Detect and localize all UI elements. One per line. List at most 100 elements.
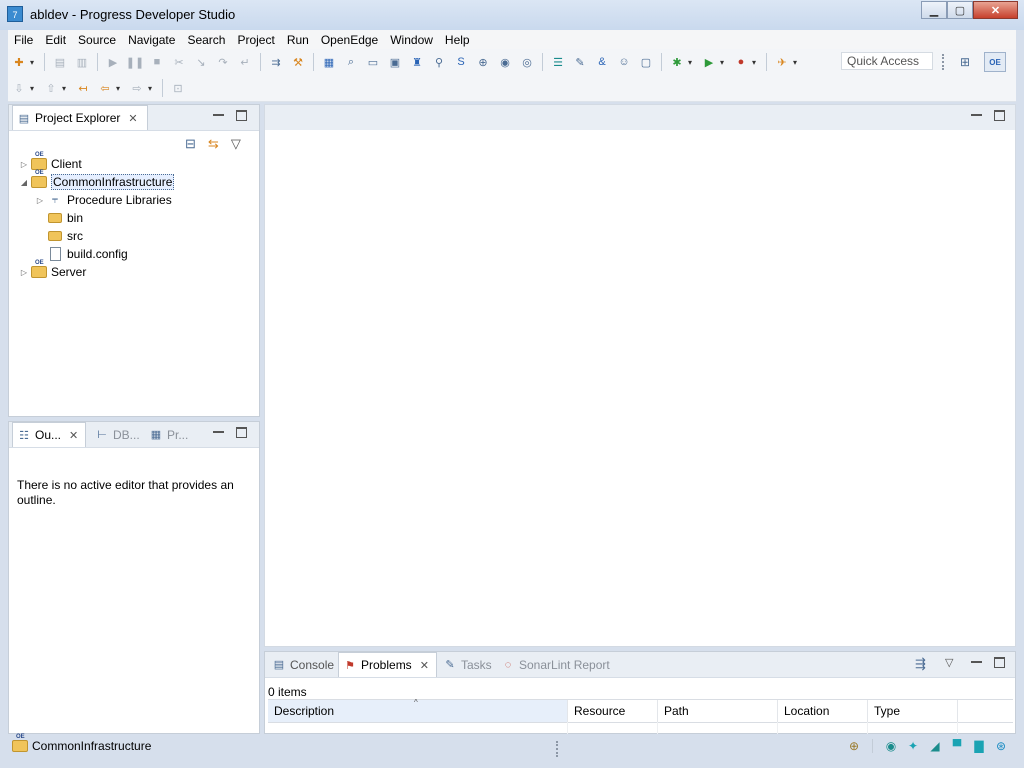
open-perspective-icon[interactable]: ⊞ xyxy=(956,53,974,71)
menu-window[interactable]: Window xyxy=(384,33,439,47)
users-icon[interactable]: ☺ xyxy=(616,54,632,70)
grid-icon[interactable]: ▦ xyxy=(321,54,337,70)
run-icon[interactable]: ▶ xyxy=(701,54,717,70)
new-icon[interactable]: ✚ xyxy=(11,54,27,70)
tab-outline[interactable]: ☷ Ou... ✕ xyxy=(12,422,86,447)
menu-navigate[interactable]: Navigate xyxy=(122,33,181,47)
monitor-icon[interactable]: ▢ xyxy=(638,54,654,70)
tab-console[interactable]: ▤ Console xyxy=(268,652,338,677)
save-all-icon[interactable]: ▥ xyxy=(74,54,90,70)
pin-editor-icon[interactable]: ⊡ xyxy=(170,80,186,96)
menu-file[interactable]: File xyxy=(8,33,39,47)
editor-area[interactable] xyxy=(264,104,1016,647)
close-tab-icon[interactable]: ✕ xyxy=(69,429,78,442)
run-ext-icon[interactable]: ● xyxy=(733,54,749,70)
layout-icon[interactable]: ▣ xyxy=(387,54,403,70)
link-editor-icon[interactable]: ⇆ xyxy=(208,136,219,152)
terminal-icon[interactable]: ▭ xyxy=(365,54,381,70)
expand-toggle-icon[interactable]: ▷ xyxy=(35,196,45,205)
tab-properties[interactable]: ▦ Pr... xyxy=(145,422,192,447)
close-tab-icon[interactable]: ✕ xyxy=(128,112,137,125)
view-menu-icon[interactable]: ▽ xyxy=(945,656,953,669)
minimize-button[interactable]: ▁ xyxy=(921,1,947,19)
maximize-editor-button[interactable] xyxy=(994,110,1005,121)
toolbar-grip[interactable] xyxy=(942,54,946,70)
close-tab-icon[interactable]: ✕ xyxy=(420,659,429,672)
tab-db-structure[interactable]: ⊢ DB... xyxy=(91,422,144,447)
expand-toggle-icon[interactable]: ▷ xyxy=(19,160,29,169)
ruler-icon[interactable]: ◢ xyxy=(927,738,943,754)
tree-item[interactable]: bin xyxy=(35,209,83,227)
column-type[interactable]: Type xyxy=(868,700,958,722)
terminate-icon[interactable]: ■ xyxy=(149,54,165,70)
zoom-icon[interactable]: ⊕ xyxy=(475,54,491,70)
status-grip[interactable] xyxy=(556,741,560,757)
column-description[interactable]: Description ^ xyxy=(268,698,568,722)
next-annotation-icon[interactable]: ⇩ xyxy=(11,80,27,96)
save-icon[interactable]: ▤ xyxy=(52,54,68,70)
last-edit-icon[interactable]: ↤ xyxy=(75,80,91,96)
minimize-view-button[interactable] xyxy=(971,661,982,665)
tab-project-explorer[interactable]: ▤ Project Explorer ✕ xyxy=(12,105,148,130)
dropdown-arrow-icon[interactable]: ▾ xyxy=(148,84,155,93)
globe-icon[interactable]: ⊛ xyxy=(993,738,1009,754)
step-over-icon[interactable]: ↷ xyxy=(215,54,231,70)
step-into-icon[interactable]: ↘ xyxy=(193,54,209,70)
eye-icon[interactable]: ◉ xyxy=(883,738,899,754)
menu-search[interactable]: Search xyxy=(181,33,231,47)
tab-sonarlint-report[interactable]: ◌ SonarLint Report xyxy=(497,652,614,677)
collapse-all-icon[interactable]: ⊟ xyxy=(185,136,196,152)
step-return-icon[interactable]: ↵ xyxy=(237,54,253,70)
search-icon[interactable]: ⌕ xyxy=(343,54,359,70)
tree-item[interactable]: build.config xyxy=(35,245,128,263)
sql-icon[interactable]: S xyxy=(453,54,469,70)
db2-icon[interactable]: ◎ xyxy=(519,54,535,70)
tab-problems[interactable]: ⚑ Problems ✕ xyxy=(338,652,437,677)
suspend-icon[interactable]: ❚❚ xyxy=(126,54,144,70)
maximize-view-button[interactable] xyxy=(994,657,1005,668)
lock-icon[interactable]: ⊕ xyxy=(846,738,862,754)
prev-annotation-icon[interactable]: ⇧ xyxy=(43,80,59,96)
back-icon[interactable]: ⇦ xyxy=(97,80,113,96)
build-icon[interactable]: ⚒ xyxy=(290,54,306,70)
menu-project[interactable]: Project xyxy=(231,33,280,47)
dropdown-arrow-icon[interactable]: ▾ xyxy=(688,58,695,67)
chat-icon[interactable]: ▀ xyxy=(949,738,965,754)
column-location[interactable]: Location xyxy=(778,700,868,722)
debug-icon[interactable]: ✱ xyxy=(669,54,685,70)
star-icon[interactable]: ✦ xyxy=(905,738,921,754)
dropdown-arrow-icon[interactable]: ▾ xyxy=(30,58,37,67)
filter-icon[interactable]: ⇶ xyxy=(915,656,926,672)
maximize-button[interactable]: ▢ xyxy=(947,1,973,19)
tree-item[interactable]: src xyxy=(35,227,83,245)
resume-icon[interactable]: ▶ xyxy=(105,54,121,70)
column-resource[interactable]: Resource xyxy=(568,700,658,722)
menu-edit[interactable]: Edit xyxy=(39,33,72,47)
tree-item[interactable]: ▷ ⫧ Procedure Libraries xyxy=(35,191,172,209)
toggle-icon[interactable]: ⇉ xyxy=(268,54,284,70)
maximize-view-button[interactable] xyxy=(236,427,247,438)
minimize-view-button[interactable] xyxy=(213,431,224,435)
expand-toggle-icon[interactable]: ▷ xyxy=(19,268,29,277)
minimize-view-button[interactable] xyxy=(213,114,224,118)
maximize-view-button[interactable] xyxy=(236,110,247,121)
minimize-editor-button[interactable] xyxy=(971,114,982,118)
menu-run[interactable]: Run xyxy=(281,33,315,47)
expand-toggle-icon[interactable]: ◢ xyxy=(19,178,29,187)
ampersand-icon[interactable]: & xyxy=(594,54,610,70)
dropdown-arrow-icon[interactable]: ▾ xyxy=(116,84,123,93)
tree-item[interactable]: ▷ Client xyxy=(19,152,82,173)
database-icon[interactable]: ☰ xyxy=(550,54,566,70)
menu-source[interactable]: Source xyxy=(72,33,122,47)
oe-perspective-button[interactable]: OE xyxy=(984,52,1006,72)
tools-icon[interactable]: ✈ xyxy=(774,54,790,70)
query-icon[interactable]: ⚲ xyxy=(431,54,447,70)
menu-help[interactable]: Help xyxy=(439,33,476,47)
ablr-icon[interactable]: ♜ xyxy=(409,54,425,70)
menu-openedge[interactable]: OpenEdge xyxy=(315,33,384,47)
view-menu-icon[interactable]: ▽ xyxy=(231,136,241,152)
tab-tasks[interactable]: ✎ Tasks xyxy=(439,652,496,677)
folder-icon[interactable]: ▇ xyxy=(971,738,987,754)
forward-icon[interactable]: ⇨ xyxy=(129,80,145,96)
db-icon[interactable]: ◉ xyxy=(497,54,513,70)
